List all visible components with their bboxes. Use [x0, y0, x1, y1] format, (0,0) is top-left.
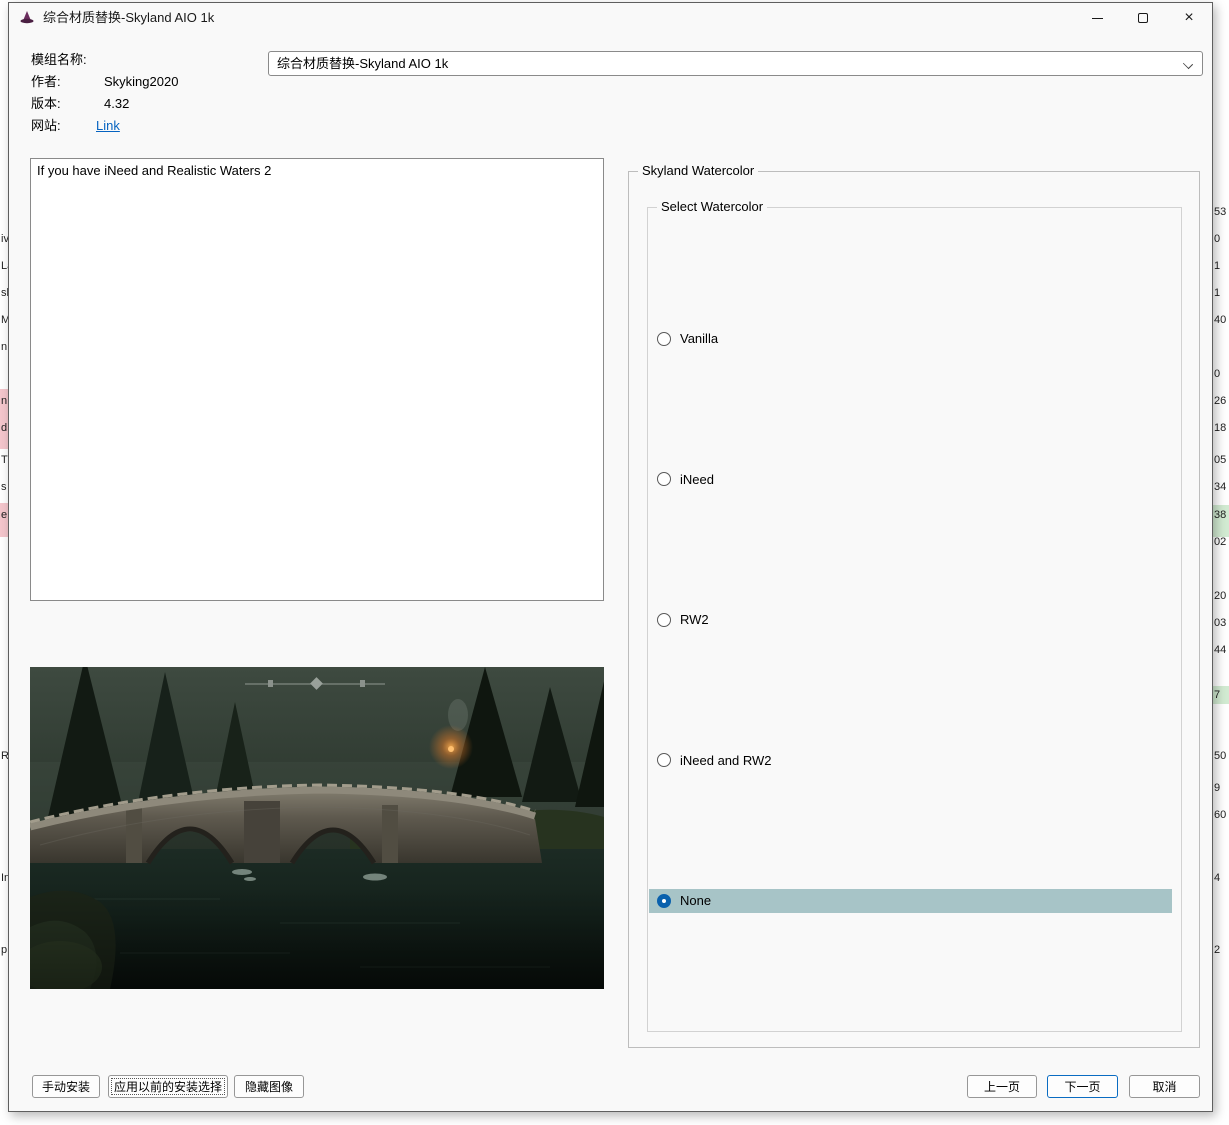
clipped-text-fragment: n [1, 341, 8, 353]
website-label: 网站: [31, 118, 61, 133]
clipped-number-fragment: 2 [1214, 944, 1221, 956]
clipped-text-fragment: T [1, 454, 8, 466]
mod-name-select[interactable]: 综合材质替换-Skyland AIO 1k [268, 51, 1203, 76]
website-link[interactable]: Link [96, 118, 120, 134]
option-label: Vanilla [680, 331, 719, 346]
clipped-number-fragment: 50 [1214, 750, 1227, 762]
cancel-button[interactable]: 取消 [1129, 1075, 1200, 1098]
option-label: iNeed [680, 471, 714, 487]
chevron-down-icon [1184, 60, 1192, 68]
watercolor-option-row[interactable]: iNeed [649, 467, 1172, 491]
radio-button-icon[interactable] [657, 612, 671, 627]
clipped-number-fragment: 53 [1214, 206, 1227, 218]
clipped-number-fragment: 20 [1214, 590, 1227, 602]
previous-page-button[interactable]: 上一页 [967, 1075, 1037, 1098]
author-value: Skyking2020 [104, 74, 179, 89]
clipped-number-fragment: 26 [1214, 395, 1227, 407]
clipped-number-fragment: 9 [1214, 782, 1221, 794]
minimize-button[interactable] [1074, 3, 1120, 33]
group-title: Skyland Watercolor [638, 163, 759, 178]
close-button[interactable]: × [1166, 3, 1212, 33]
radio-button-icon[interactable] [657, 472, 671, 486]
minimize-icon [1091, 17, 1103, 19]
watercolor-option-row[interactable]: RW2 [649, 608, 1172, 632]
option-label: iNeed and RW2 [680, 752, 772, 768]
version-label: 版本: [31, 96, 61, 111]
clipped-number-fragment: 60 [1214, 809, 1227, 821]
clipped-number-fragment: 1 [1214, 260, 1221, 272]
manual-install-button[interactable]: 手动安装 [32, 1075, 100, 1098]
close-icon: × [1184, 9, 1194, 26]
clipped-number-fragment: 03 [1214, 617, 1227, 629]
option-label: RW2 [680, 612, 709, 627]
app-icon [19, 10, 35, 26]
mod-name-label: 模组名称: [31, 52, 87, 67]
window-title: 综合材质替换-Skyland AIO 1k [43, 10, 215, 25]
option-label: None [680, 893, 712, 908]
clipped-number-fragment: 1 [1214, 287, 1221, 299]
clipped-text-fragment: p [1, 944, 8, 956]
watercolor-options-list: Vanilla iNeed RW2 iNeed and RW2 None [648, 210, 1181, 1029]
clipped-number-fragment: 44 [1214, 644, 1227, 656]
clipped-number-fragment: 4 [1214, 872, 1221, 884]
watercolor-option-row[interactable]: Vanilla [649, 327, 1172, 351]
clipped-text-fragment: n [1, 395, 8, 407]
clipped-text-fragment: s [1, 481, 7, 493]
preview-image[interactable] [30, 667, 604, 989]
maximize-button[interactable] [1120, 3, 1166, 33]
clipped-text-fragment: d [1, 422, 8, 434]
titlebar[interactable]: 综合材质替换-Skyland AIO 1k × [9, 3, 1212, 33]
version-value: 4.32 [104, 96, 130, 111]
clipped-number-fragment: 18 [1214, 422, 1227, 434]
clipped-number-fragment: 7 [1214, 689, 1221, 701]
clipped-number-fragment: 0 [1214, 233, 1221, 245]
group-skyland-watercolor: Skyland Watercolor Select Watercolor Van… [628, 163, 1200, 1048]
clipped-number-fragment: 34 [1214, 481, 1227, 493]
watercolor-option-row[interactable]: None [649, 888, 1172, 913]
description-text: If you have iNeed and Realistic Waters 2 [37, 163, 272, 178]
author-label: 作者: [31, 74, 61, 89]
clipped-number-fragment: 40 [1214, 314, 1227, 326]
apply-previous-choices-button[interactable]: 应用以前的安装选择 [108, 1075, 228, 1098]
clipped-number-fragment: 02 [1214, 536, 1227, 548]
clipped-number-fragment: 38 [1214, 509, 1227, 521]
fomod-installer-window: 综合材质替换-Skyland AIO 1k × 模组名称: 综合材质替换-Sky… [8, 2, 1213, 1112]
group-select-watercolor: Select Watercolor Vanilla iNeed RW2 iNee… [647, 199, 1182, 1032]
clipped-number-fragment: 05 [1214, 454, 1227, 466]
mod-name-selected-value: 综合材质替换-Skyland AIO 1k [277, 56, 449, 71]
next-page-button[interactable]: 下一页 [1047, 1075, 1118, 1098]
hide-image-button[interactable]: 隐藏图像 [234, 1075, 304, 1098]
description-textbox[interactable]: If you have iNeed and Realistic Waters 2 [30, 158, 604, 601]
maximize-icon [1138, 13, 1148, 23]
clipped-number-fragment: 0 [1214, 368, 1221, 380]
clipped-text-fragment: e [1, 509, 8, 521]
background-window-right-edge: 53 0 1 1 40 0 26 18 05 34 38 02 20 03 44 7 50 9 60 4 2 [1213, 0, 1229, 1125]
radio-button-icon[interactable] [657, 331, 671, 346]
radio-button-icon[interactable] [657, 753, 671, 767]
watercolor-option-row[interactable]: iNeed and RW2 [649, 748, 1172, 772]
radio-button-icon[interactable] [657, 893, 671, 908]
